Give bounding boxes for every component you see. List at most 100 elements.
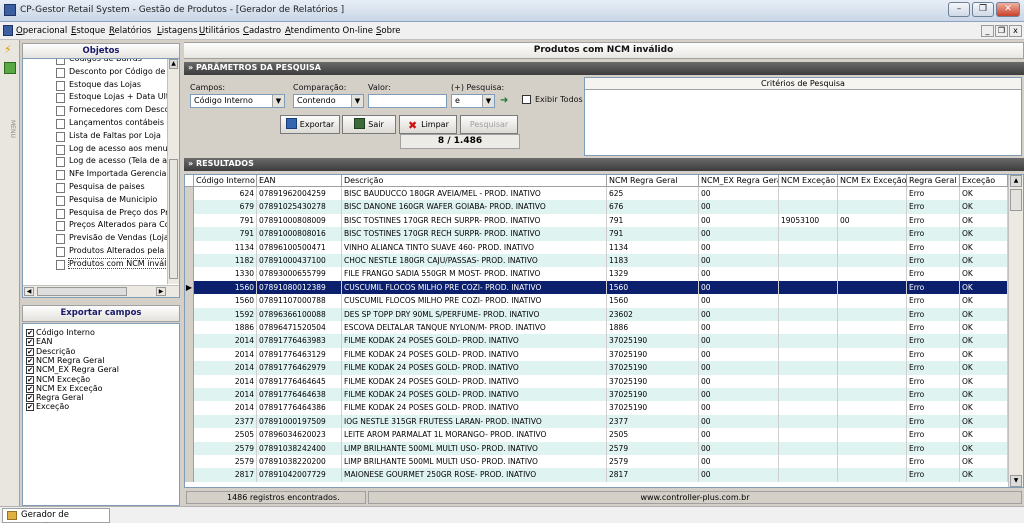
row-indicator[interactable] — [185, 213, 194, 228]
table-row[interactable]: 1330 07893000655799 FILE FRANGO SADIA 550G… — [185, 267, 1008, 281]
table-row[interactable]: 791 07891000808016 BISC TOSTINES 170GR REC… — [185, 227, 1008, 241]
scroll-up-arrow-icon[interactable]: ▲ — [169, 59, 178, 69]
close-button[interactable]: ✕ — [996, 2, 1020, 17]
column-header[interactable]: Regra Geral — [907, 175, 960, 187]
table-row[interactable]: 679 07891025430278 BISC DANONE 160GR WAFER… — [185, 200, 1008, 214]
table-row[interactable]: 2377 07891000197509 IOG NESTLE 315GR FRUTE… — [185, 414, 1008, 429]
row-indicator[interactable] — [185, 307, 194, 321]
table-row[interactable]: 1592 07896366100088 DES SP TOPP DRY 90ML S… — [185, 307, 1008, 321]
menu-atendimento[interactable]: Atendimento On-line — [285, 26, 373, 36]
play-icon[interactable] — [4, 62, 16, 74]
object-item[interactable]: Produtos com NCM inválido — [56, 257, 169, 271]
table-row[interactable]: 2817 07891042007729 MAIONESE GOURMET 250GR… — [185, 468, 1008, 482]
checkbox[interactable]: ✔ — [26, 384, 34, 393]
table-row[interactable]: 1886 07896471520504 ESCOVA DELTALAR TANQUE… — [185, 321, 1008, 335]
checkbox[interactable]: ✔ — [26, 403, 34, 412]
objects-tree[interactable]: Códigos de Barras Desconto por Código de … — [22, 58, 180, 298]
table-row[interactable]: 791 07891000808009 BISC TOSTINES 170GR REC… — [185, 213, 1008, 228]
row-indicator[interactable] — [185, 187, 194, 201]
table-row[interactable]: 2014 07891776463983 FILME KODAK 24 POSES G… — [185, 334, 1008, 348]
row-indicator[interactable] — [185, 361, 194, 375]
checkbox[interactable]: ✔ — [26, 394, 34, 403]
row-indicator[interactable] — [185, 294, 194, 308]
object-item[interactable]: Preços Alterados para Conf — [56, 219, 169, 232]
object-item[interactable]: Fornecedores com Desconto — [56, 104, 169, 117]
menu-operacional[interactable]: Operacional — [16, 26, 67, 36]
object-item[interactable]: Log de acesso aos menus — [56, 143, 169, 156]
results-grid[interactable]: Código Interno EAN Descrição NCM Regra Gera… — [184, 174, 1024, 488]
table-row[interactable]: 1182 07891000437100 CHOC NESTLE 180GR CAJU… — [185, 254, 1008, 268]
exit-button[interactable]: Sair — [342, 115, 396, 134]
export-button[interactable]: Exportar — [280, 115, 340, 134]
row-indicator[interactable] — [185, 321, 194, 335]
objects-vscroll[interactable]: ▲ — [167, 59, 179, 284]
row-indicator[interactable] — [185, 374, 194, 388]
export-fields-list[interactable]: ✔ Código Interno ✔ EAN ✔ Descrição ✔ NCM Regra … — [22, 323, 180, 506]
column-header[interactable]: NCM Ex Exceção — [838, 175, 907, 187]
column-header[interactable]: EAN — [257, 175, 342, 187]
checkbox[interactable]: ✔ — [26, 366, 34, 375]
child-close-button[interactable]: x — [1009, 25, 1022, 37]
row-indicator[interactable] — [185, 468, 194, 482]
row-indicator[interactable] — [185, 401, 194, 415]
object-item[interactable]: Estoque das Lojas — [56, 79, 169, 92]
row-indicator[interactable] — [185, 347, 194, 362]
search-button[interactable]: Pesquisar — [460, 115, 518, 134]
table-row[interactable]: 2014 07891776464386 FILME KODAK 24 POSES G… — [185, 401, 1008, 415]
object-item[interactable]: Previsão de Vendas (Loja - l — [56, 232, 169, 245]
object-item[interactable]: Pesquisa de Municipio — [56, 194, 169, 207]
object-item[interactable]: Códigos de Barras — [56, 59, 169, 66]
maximize-button[interactable]: ❐ — [972, 2, 994, 17]
row-indicator[interactable] — [185, 254, 194, 268]
exibir-todos-checkbox[interactable] — [522, 95, 531, 104]
table-row[interactable]: 624 07891962004259 BISC BAUDUCCO 180GR AVE… — [185, 187, 1008, 201]
checkbox[interactable]: ✔ — [26, 347, 34, 356]
row-indicator[interactable] — [185, 428, 194, 442]
object-item[interactable]: Lançamentos contábeis retr — [56, 117, 169, 130]
table-row[interactable]: 2014 07891776464638 FILME KODAK 24 POSES G… — [185, 388, 1008, 402]
scroll-left-arrow-icon[interactable]: ◀ — [24, 287, 34, 296]
object-item[interactable]: Produtos Alterados pela MG — [56, 245, 169, 258]
table-row[interactable]: ▶ 1560 07891080012389 CUSCUMIL FLOCOS MILHO… — [185, 280, 1008, 295]
row-indicator[interactable] — [185, 334, 194, 348]
object-item[interactable]: Pesquisa de paises — [56, 181, 169, 194]
checkbox[interactable]: ✔ — [26, 338, 34, 347]
menu-cadastro[interactable]: Cadastro — [243, 26, 281, 36]
menu-sobre[interactable]: Sobre — [376, 26, 401, 36]
menu-listagens[interactable]: Listagens — [157, 26, 198, 36]
system-menu-icon[interactable] — [3, 25, 13, 36]
column-header[interactable]: NCM Exceção — [779, 175, 838, 187]
lightning-icon[interactable]: ⚡ — [4, 44, 16, 57]
taskbar-item-report-generator[interactable]: Gerador de Relatórios — [2, 508, 110, 523]
table-row[interactable]: 2579 07891038242400 LIMP BRILHANTE 500ML M… — [185, 441, 1008, 455]
checkbox[interactable]: ✔ — [26, 356, 34, 365]
row-indicator[interactable] — [185, 455, 194, 469]
object-item[interactable]: Pesquisa de Preço dos Prod — [56, 207, 169, 220]
child-restore-button[interactable]: ❐ — [995, 25, 1008, 37]
row-indicator[interactable] — [185, 388, 194, 402]
menu-estoque[interactable]: Estoque — [71, 26, 105, 36]
menu-relatorios[interactable]: Relatórios — [109, 26, 151, 36]
child-minimize-button[interactable]: _ — [981, 25, 994, 37]
object-item[interactable]: Log de acesso (Tela de atua — [56, 155, 169, 168]
row-indicator[interactable] — [185, 240, 194, 254]
row-indicator[interactable] — [185, 200, 194, 214]
checkbox[interactable]: ✔ — [26, 375, 34, 384]
scroll-down-arrow-icon[interactable]: ▼ — [1010, 475, 1022, 487]
checkbox[interactable]: ✔ — [26, 329, 34, 337]
grid-scroll-thumb[interactable] — [1010, 189, 1022, 211]
valor-input[interactable] — [368, 94, 447, 108]
objects-hscroll[interactable]: ◀ ▶ — [23, 285, 179, 297]
table-row[interactable]: 2014 07891776464645 FILME KODAK 24 POSES G… — [185, 374, 1008, 388]
table-row[interactable]: 2014 07891776463129 FILME KODAK 24 POSES G… — [185, 347, 1008, 362]
pesquisa-select[interactable]: e ▼ — [451, 94, 495, 108]
scroll-right-arrow-icon[interactable]: ▶ — [156, 287, 166, 296]
column-header[interactable]: NCM_EX Regra Geral — [699, 175, 779, 187]
object-item[interactable]: Estoque Lojas + Data Ultima — [56, 91, 169, 104]
row-indicator[interactable] — [185, 414, 194, 429]
add-criteria-arrow-icon[interactable]: ➜ — [500, 96, 512, 107]
column-header[interactable]: Descrição — [342, 175, 607, 187]
objects-hscroll-thumb[interactable] — [37, 287, 127, 296]
scroll-up-arrow-icon[interactable]: ▲ — [1010, 175, 1022, 187]
row-indicator[interactable] — [185, 267, 194, 281]
